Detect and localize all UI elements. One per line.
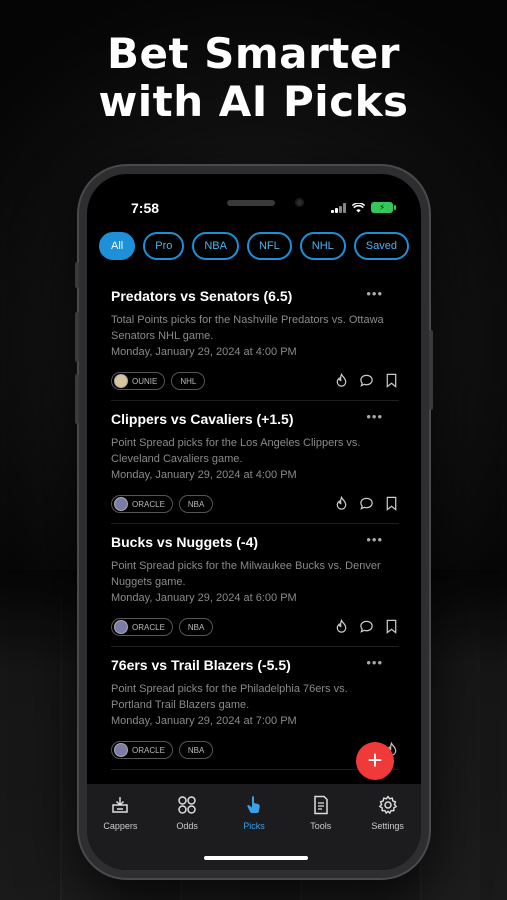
pick-tags: ORACLE NBA xyxy=(111,495,214,513)
capper-name: OUNIE xyxy=(132,376,158,386)
filter-chip-nba[interactable]: NBA xyxy=(192,232,239,260)
more-options-icon[interactable]: ••• xyxy=(366,532,383,547)
capper-tag[interactable]: ORACLE xyxy=(111,495,173,513)
picks-hand-icon xyxy=(247,796,260,813)
phone-frame: 7:58 ⚡ All Pro NBA NFL NHL Saved Predato… xyxy=(75,166,433,878)
comment-icon[interactable] xyxy=(359,619,374,634)
capper-name: ORACLE xyxy=(132,499,165,509)
pick-date: Monday, January 29, 2024 at 7:00 PM xyxy=(111,715,297,727)
pick-card[interactable]: 76ers vs Trail Blazers (-5.5) ••• Point … xyxy=(111,647,399,770)
cappers-icon xyxy=(112,797,129,813)
pick-tags: ORACLE NBA xyxy=(111,618,214,636)
pick-description: Point Spread picks for the Milwaukee Buc… xyxy=(111,560,381,588)
tab-label: Tools xyxy=(310,821,332,831)
bookmark-icon[interactable] xyxy=(384,619,399,634)
more-options-icon[interactable]: ••• xyxy=(366,286,383,301)
tab-label: Odds xyxy=(176,821,198,831)
league-tag[interactable]: NBA xyxy=(178,741,214,759)
tab-cappers[interactable]: Cappers xyxy=(90,794,150,870)
headline: Bet Smarter with AI Picks xyxy=(0,30,507,126)
more-options-icon[interactable]: ••• xyxy=(366,655,383,670)
pick-card[interactable]: Bucks vs Nuggets (-4) ••• Point Spread p… xyxy=(111,524,399,647)
capper-tag[interactable]: ORACLE xyxy=(111,741,173,759)
volume-down-button xyxy=(75,374,79,424)
fire-icon[interactable] xyxy=(334,496,349,511)
comment-icon[interactable] xyxy=(359,496,374,511)
status-time: 7:58 xyxy=(131,200,160,216)
tab-label: Cappers xyxy=(103,821,138,831)
league-tag[interactable]: NBA xyxy=(178,618,214,636)
pick-card[interactable]: Predators vs Senators (6.5) ••• Total Po… xyxy=(111,278,399,401)
pick-date: Monday, January 29, 2024 at 4:00 PM xyxy=(111,346,297,358)
pick-title: Bucks vs Nuggets (-4) xyxy=(111,534,259,550)
capper-avatar xyxy=(114,620,128,634)
pick-title: 76ers vs Trail Blazers (-5.5) xyxy=(111,657,291,673)
league-tag[interactable]: NBA xyxy=(178,495,214,513)
home-indicator[interactable] xyxy=(204,856,308,860)
fire-icon[interactable] xyxy=(334,373,349,388)
odds-grid-icon xyxy=(178,796,196,814)
capper-name: ORACLE xyxy=(132,745,165,755)
tab-settings[interactable]: Settings xyxy=(358,794,418,870)
picks-feed: Predators vs Senators (6.5) ••• Total Po… xyxy=(111,278,399,770)
tab-label: Picks xyxy=(243,821,265,831)
capper-avatar xyxy=(114,497,128,511)
tab-label: Settings xyxy=(371,821,404,831)
capper-name: ORACLE xyxy=(132,622,165,632)
battery-charging-icon: ⚡ xyxy=(371,202,396,213)
pick-title: Predators vs Senators (6.5) xyxy=(111,288,293,304)
capper-avatar xyxy=(114,374,128,388)
pick-tags: OUNIE NHL xyxy=(111,372,206,390)
league-tag[interactable]: NHL xyxy=(171,372,206,390)
tools-document-icon xyxy=(314,795,328,815)
bookmark-icon[interactable] xyxy=(384,373,399,388)
comment-icon[interactable] xyxy=(359,373,374,388)
status-icons: ⚡ xyxy=(331,202,396,213)
filter-chip-nhl[interactable]: NHL xyxy=(299,232,346,260)
pick-date: Monday, January 29, 2024 at 4:00 PM xyxy=(111,469,297,481)
pick-description: Point Spread picks for the Philadelphia … xyxy=(111,683,348,711)
phone-screen: 7:58 ⚡ All Pro NBA NFL NHL Saved Predato… xyxy=(87,174,421,870)
mute-switch xyxy=(75,262,79,288)
capper-tag[interactable]: OUNIE xyxy=(111,372,166,390)
camera xyxy=(295,198,304,207)
capper-avatar xyxy=(114,743,128,757)
filter-chip-pro[interactable]: Pro xyxy=(143,232,185,260)
filter-chip-all[interactable]: All xyxy=(99,232,136,260)
volume-up-button xyxy=(75,312,79,362)
add-pick-button[interactable]: + xyxy=(356,742,394,780)
speaker xyxy=(227,200,275,206)
filter-chip-nfl[interactable]: NFL xyxy=(246,232,292,260)
pick-title: Clippers vs Cavaliers (+1.5) xyxy=(111,411,294,427)
filter-chip-saved[interactable]: Saved xyxy=(353,232,409,260)
filter-chips: All Pro NBA NFL NHL Saved xyxy=(99,232,409,260)
headline-line-2: with AI Picks xyxy=(98,77,409,126)
pick-date: Monday, January 29, 2024 at 6:00 PM xyxy=(111,592,297,604)
power-button xyxy=(429,330,433,410)
pick-description: Total Points picks for the Nashville Pre… xyxy=(111,314,384,342)
cellular-signal-icon xyxy=(331,202,346,213)
fire-icon[interactable] xyxy=(334,619,349,634)
bookmark-icon[interactable] xyxy=(384,496,399,511)
wifi-icon xyxy=(352,202,365,212)
pick-actions xyxy=(334,619,399,634)
pick-actions xyxy=(334,496,399,511)
settings-gear-icon xyxy=(378,795,397,814)
pick-tags: ORACLE NBA xyxy=(111,741,214,759)
pick-card[interactable]: Clippers vs Cavaliers (+1.5) ••• Point S… xyxy=(111,401,399,524)
pick-actions xyxy=(334,373,399,388)
headline-line-1: Bet Smarter xyxy=(106,29,401,78)
more-options-icon[interactable]: ••• xyxy=(366,409,383,424)
capper-tag[interactable]: ORACLE xyxy=(111,618,173,636)
pick-description: Point Spread picks for the Los Angeles C… xyxy=(111,437,361,465)
